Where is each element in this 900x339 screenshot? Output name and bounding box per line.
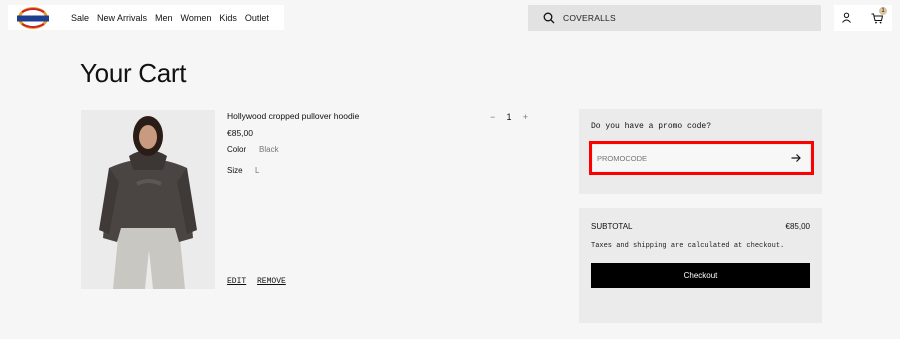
product-name[interactable]: Hollywood cropped pullover hoodie <box>227 111 359 121</box>
checkout-button[interactable]: Checkout <box>591 263 810 288</box>
account-cart-icons: 1 <box>834 5 892 31</box>
nav-kids-link[interactable]: Kids <box>219 13 237 23</box>
page-title: Your Cart <box>80 58 187 88</box>
color-value: Black <box>259 145 279 154</box>
promo-question: Do you have a promo code? <box>591 122 712 131</box>
arrow-right-icon[interactable] <box>791 153 801 163</box>
cart-count-badge: 1 <box>879 7 887 15</box>
search-icon[interactable] <box>543 12 555 24</box>
promo-code-input[interactable] <box>593 145 810 171</box>
product-price: €85,00 <box>227 128 253 138</box>
nav-women-link[interactable]: Women <box>181 13 212 23</box>
size-label: Size <box>227 166 243 175</box>
quantity-value: 1 <box>506 111 512 122</box>
size-value: L <box>255 166 260 175</box>
edit-item-link[interactable]: EDIT <box>227 277 246 286</box>
nav-sale-link[interactable]: Sale <box>71 13 89 23</box>
subtotal-value: €85,00 <box>785 222 810 231</box>
product-image[interactable] <box>81 110 215 289</box>
nav-men-link[interactable]: Men <box>155 13 173 23</box>
quantity-increase-button[interactable]: + <box>523 112 528 122</box>
quantity-stepper: − 1 + <box>490 110 528 123</box>
quantity-decrease-button[interactable]: − <box>490 112 495 122</box>
remove-item-link[interactable]: REMOVE <box>257 277 286 286</box>
search-bar[interactable]: COVERALLS <box>528 5 821 31</box>
main-navigation: Sale New Arrivals Men Women Kids Outlet <box>8 5 284 30</box>
search-query-text[interactable]: COVERALLS <box>563 13 616 23</box>
tax-shipping-note: Taxes and shipping are calculated at che… <box>591 242 785 250</box>
order-summary-panel: SUBTOTAL €85,00 Taxes and shipping are c… <box>579 208 822 323</box>
subtotal-label: SUBTOTAL <box>591 222 633 231</box>
nav-new-arrivals-link[interactable]: New Arrivals <box>97 13 147 23</box>
nav-outlet-link[interactable]: Outlet <box>245 13 269 23</box>
color-label: Color <box>227 145 247 154</box>
user-account-icon[interactable] <box>841 12 852 23</box>
dickies-logo[interactable] <box>14 6 52 30</box>
